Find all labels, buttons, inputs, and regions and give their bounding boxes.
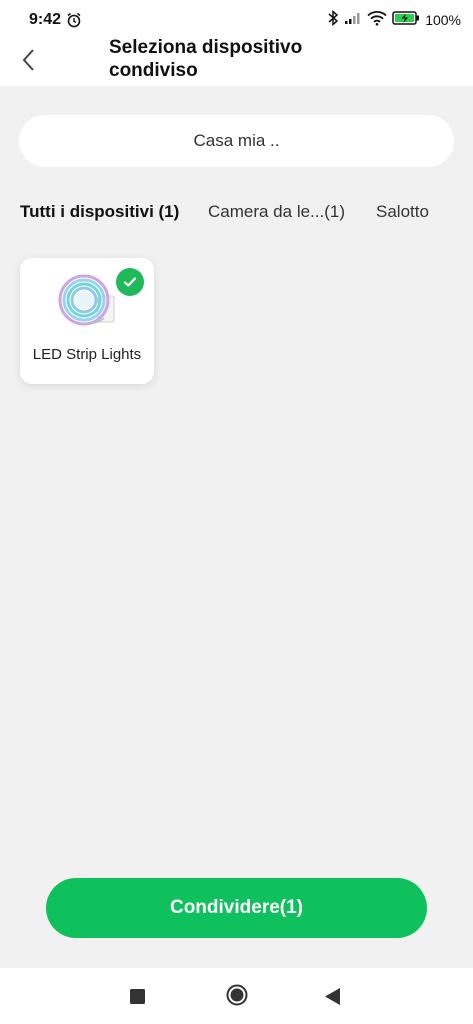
tab-salotto[interactable]: Salotto	[376, 202, 429, 222]
header: Seleziona dispositivo condiviso	[0, 37, 473, 86]
share-button[interactable]: Condividere(1)	[46, 878, 427, 938]
wifi-icon	[367, 10, 387, 31]
home-selector-label: Casa mia ..	[193, 131, 280, 150]
status-icons: 100%	[327, 9, 461, 32]
system-nav-bar	[0, 968, 473, 1024]
device-name: LED Strip Lights	[32, 346, 142, 363]
device-card[interactable]: LED Strip Lights	[20, 258, 154, 384]
alarm-icon	[66, 12, 82, 33]
signal-icon	[344, 11, 362, 30]
bluetooth-icon	[327, 9, 339, 32]
led-strip-icon	[58, 274, 118, 333]
home-selector[interactable]: Casa mia ..	[19, 115, 454, 167]
tab-camera-da-letto[interactable]: Camera da le...(1)	[208, 202, 345, 222]
battery-charging-icon	[392, 10, 420, 30]
room-tabs: Tutti i dispositivi (1) Camera da le...(…	[0, 200, 473, 226]
page-title: Seleziona dispositivo condiviso	[109, 37, 303, 81]
home-circle-icon[interactable]	[226, 984, 248, 1011]
status-bar: 9:42 100%	[0, 0, 473, 40]
tab-all-devices[interactable]: Tutti i dispositivi (1)	[20, 202, 179, 222]
back-triangle-icon[interactable]	[325, 988, 341, 1010]
chevron-left-icon[interactable]	[16, 46, 44, 74]
recents-square-icon[interactable]	[130, 989, 145, 1009]
battery-percent: 100%	[425, 12, 461, 28]
status-time: 9:42	[29, 11, 62, 28]
selected-check-icon	[116, 268, 144, 296]
